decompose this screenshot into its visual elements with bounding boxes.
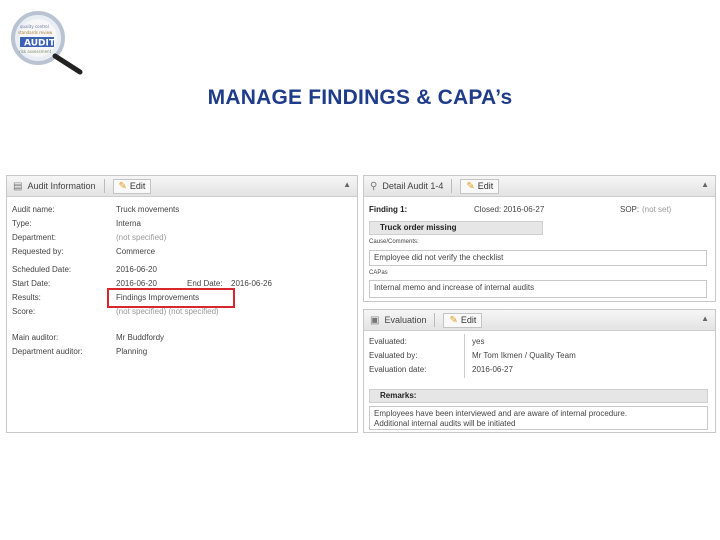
capa-textbox[interactable]: Internal memo and increase of internal a… [369,280,707,298]
capa-label: CAPas [369,270,388,276]
audit-panel-header: ▤ Audit Information ✎ Edit ▲ [7,176,357,197]
remarks-textbox[interactable]: Employees have been interviewed and are … [369,406,708,430]
field-label: Evaluated: [369,337,407,346]
field-label: Department: [12,233,57,242]
field-label: Type: [12,219,32,228]
detail-audit-panel: ⚲ Detail Audit 1-4 ✎ Edit ▲ Finding 1: C… [363,175,716,302]
finding-label: Finding 1: [369,205,408,214]
field-label: Start Date: [12,279,51,288]
evaluation-panel: ▣ Evaluation ✎ Edit ▲ Evaluated: yes Eva… [363,309,716,433]
field-label: Audit name: [12,205,55,214]
evaluation-edit-label: Edit [460,315,477,325]
page-title: MANAGE FINDINGS & CAPA’s [207,86,513,109]
document-icon: ▤ [13,180,23,192]
field-label: Evaluated by: [369,351,418,360]
detail-panel-title: Detail Audit 1-4 [382,181,444,191]
sop-value: (not set) [642,205,672,214]
remarks-line: Additional internal audits will be initi… [374,419,516,428]
evaluation-icon: ▣ [370,314,380,326]
field-label: Results: [12,293,41,302]
audit-information-panel: ▤ Audit Information ✎ Edit ▲ Audit name:… [6,175,358,433]
svg-text:standards review: standards review [18,30,53,35]
finding-subheader: Truck order missing [369,221,543,235]
collapse-icon[interactable]: ▲ [701,180,709,189]
audit-edit-label: Edit [129,181,146,191]
end-date-label: End Date: [187,279,223,288]
field-value: yes [472,337,485,346]
collapse-icon[interactable]: ▲ [701,314,709,323]
svg-text:risk assessment: risk assessment [19,49,52,54]
detail-edit-button[interactable]: ✎ Edit [460,178,500,194]
evaluation-edit-button[interactable]: ✎ Edit [443,312,483,328]
closed-date: Closed: 2016-06-27 [474,205,545,214]
field-value: Interna [116,219,141,228]
field-label: Requested by: [12,247,64,256]
field-value: 2016-06-20 [116,265,157,274]
evaluation-panel-header: ▣ Evaluation ✎ Edit ▲ [364,310,715,331]
pencil-icon: ✎ [118,180,127,192]
remarks-line: Employees have been interviewed and are … [374,409,628,418]
cause-textbox[interactable]: Employee did not verify the checklist [369,250,707,266]
detail-panel-header: ⚲ Detail Audit 1-4 ✎ Edit ▲ [364,176,715,197]
results-highlight-box [107,288,235,308]
field-value: 2016-06-27 [472,365,513,374]
field-value: Commerce [116,247,156,256]
field-value: 2016-06-20 [116,279,157,288]
pencil-icon: ✎ [466,180,475,192]
audit-edit-button[interactable]: ✎ Edit [112,178,152,194]
pencil-icon: ✎ [449,314,458,326]
field-value: Mr Buddfordy [116,333,165,342]
field-value: Truck movements [116,205,180,214]
end-date-value: 2016-06-26 [231,279,272,288]
field-label: Main auditor: [12,333,59,342]
cause-label: Cause/Comments: [369,239,419,245]
evaluation-panel-title: Evaluation [384,315,427,325]
field-label: Evaluation date: [369,365,427,374]
field-value: Mr Tom Ikmen / Quality Team [472,351,576,360]
audit-logo: quality control standards review AUDIT r… [11,11,83,75]
magnifier-icon: ⚲ [370,180,378,192]
sop-label: SOP: [620,205,640,214]
field-label: Score: [12,307,36,316]
remarks-header: Remarks: [369,389,708,403]
field-label: Department auditor: [12,347,83,356]
field-value: (not specified) [116,233,167,242]
field-label: Scheduled Date: [12,265,72,274]
svg-text:quality control: quality control [20,24,49,29]
detail-edit-label: Edit [477,181,494,191]
field-value: (not specified) (not specified) [116,307,219,316]
audit-panel-title: Audit Information [27,181,96,191]
collapse-icon[interactable]: ▲ [343,180,351,189]
svg-text:AUDIT: AUDIT [24,39,56,49]
field-value: Planning [116,347,148,356]
